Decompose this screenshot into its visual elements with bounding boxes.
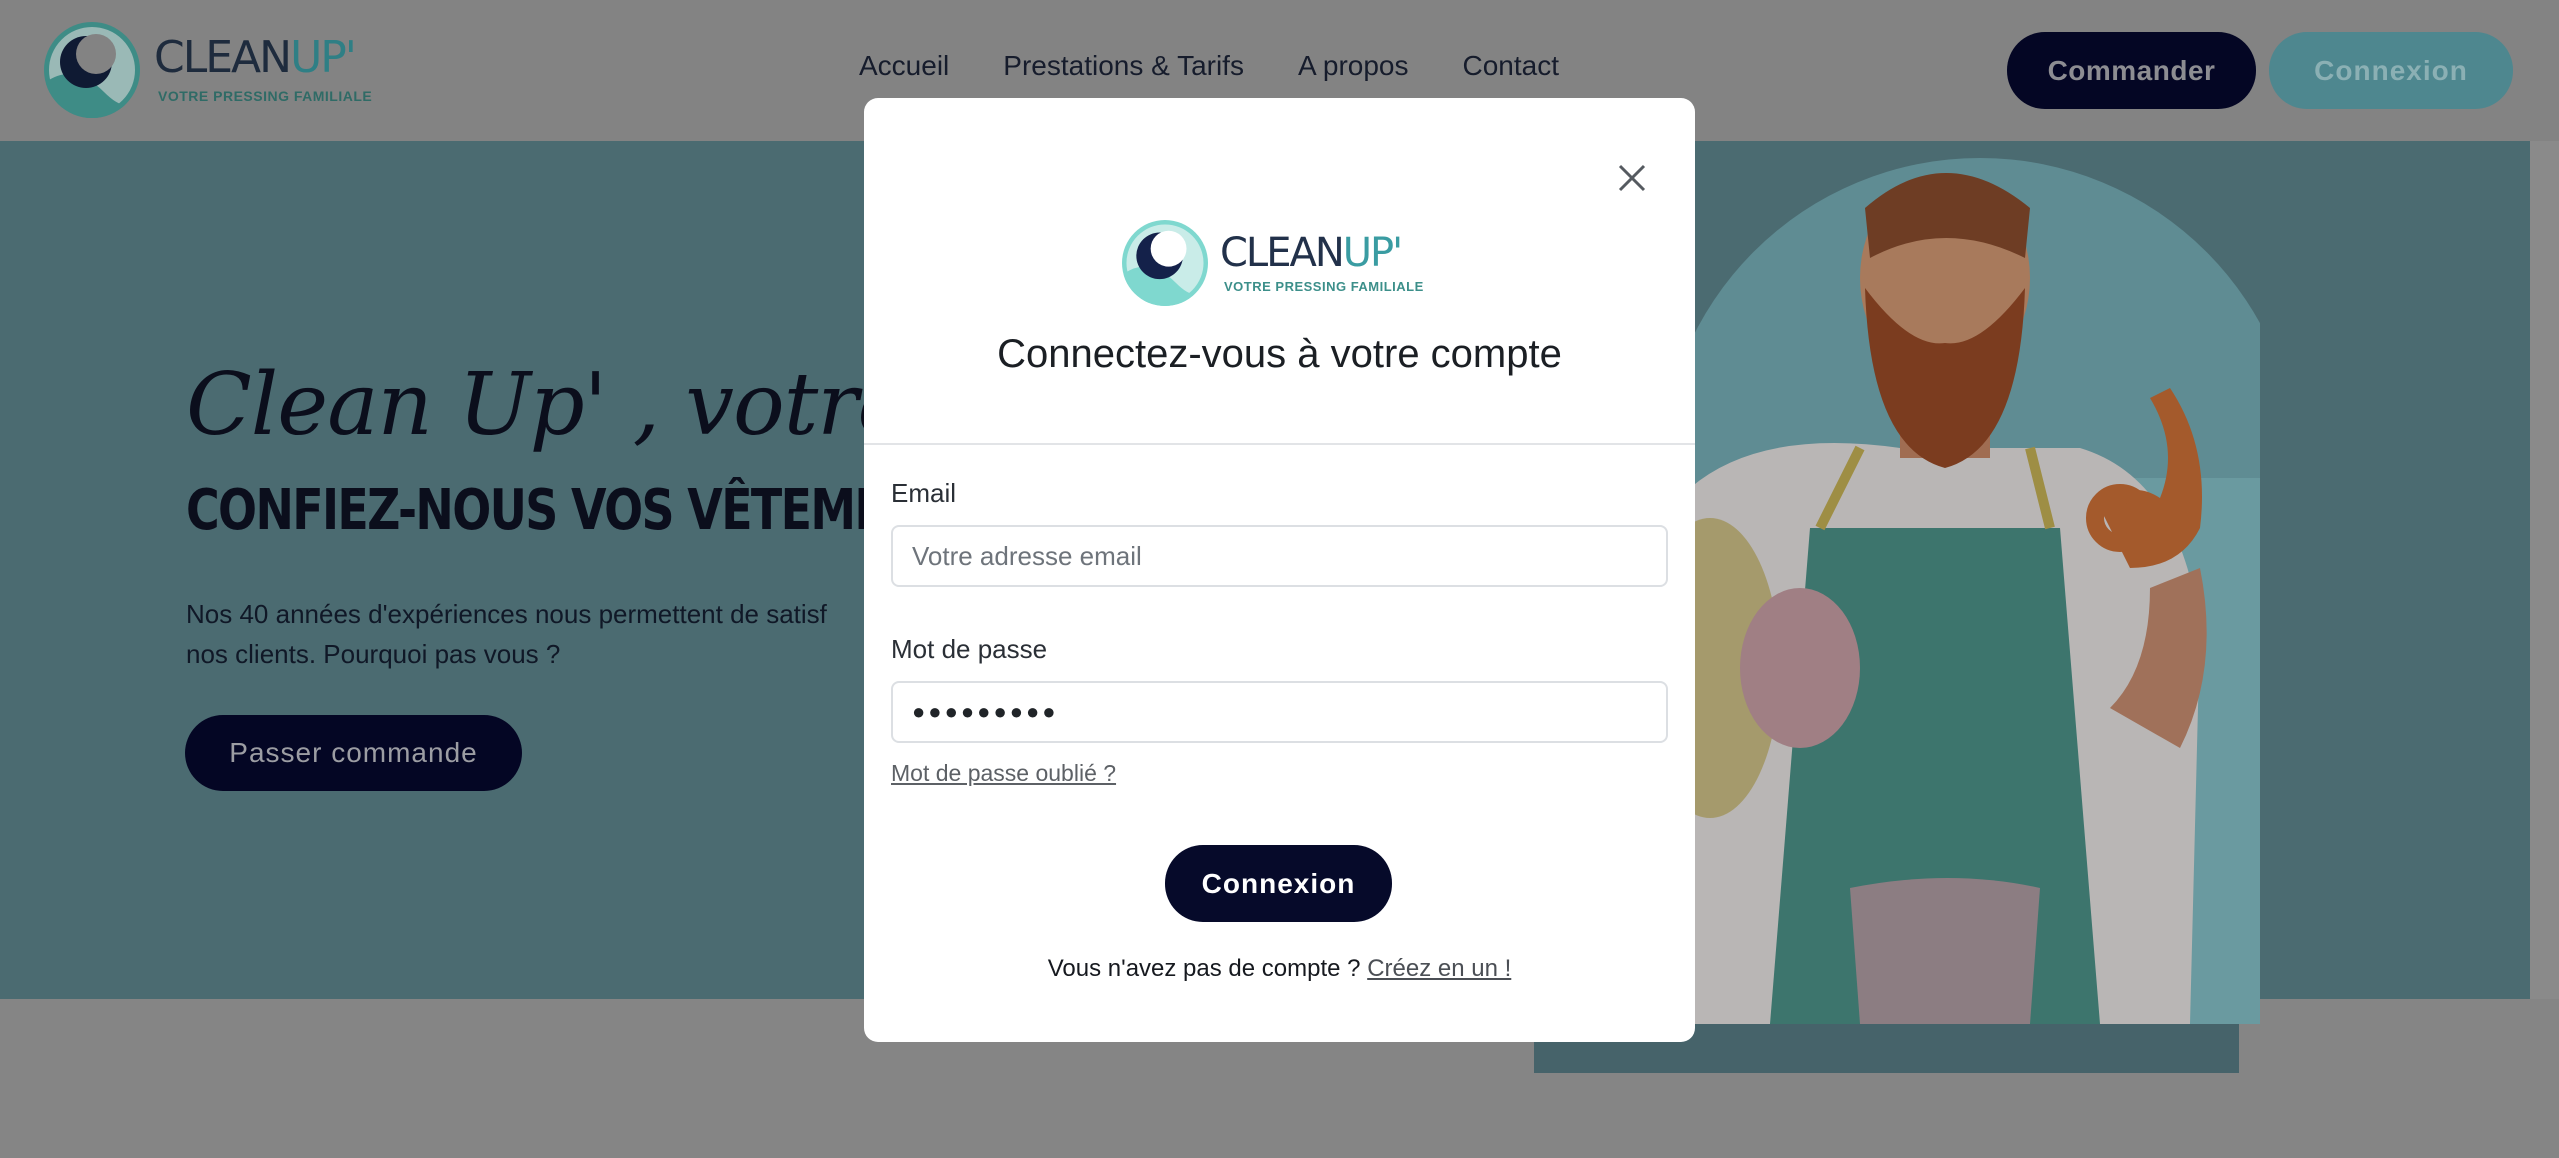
- login-modal: CLEANUP' VOTRE PRESSING FAMILIALE Connec…: [864, 98, 1695, 1042]
- main-nav: Accueil Prestations & Tarifs A propos Co…: [859, 50, 1559, 82]
- header-login-button[interactable]: Connexion: [2269, 32, 2513, 109]
- hero-paragraph-line: Nos 40 années d'expériences nous permett…: [186, 599, 827, 629]
- hero-photo: [1680, 158, 2260, 1024]
- email-field[interactable]: [891, 525, 1668, 587]
- logo-wordmark: CLEANUP': [1220, 229, 1403, 276]
- site-logo[interactable]: CLEANUP' VOTRE PRESSING FAMILIALE: [44, 22, 372, 118]
- clean-up-logo-icon: [1122, 220, 1208, 306]
- nav-item-accueil[interactable]: Accueil: [859, 50, 949, 82]
- forgot-password-link[interactable]: Mot de passe oublié ?: [891, 760, 1116, 787]
- nav-item-prestations[interactable]: Prestations & Tarifs: [1003, 50, 1244, 82]
- nav-item-contact[interactable]: Contact: [1463, 50, 1560, 82]
- password-field[interactable]: ●●●●●●●●●: [891, 681, 1668, 743]
- logo-tagline: VOTRE PRESSING FAMILIALE: [158, 88, 373, 104]
- signup-prompt: Vous n'avez pas de compte ? Créez en un …: [864, 955, 1695, 983]
- modal-logo: CLEANUP' VOTRE PRESSING FAMILIALE: [1122, 220, 1424, 306]
- no-account-text: Vous n'avez pas de compte ?: [1047, 955, 1361, 982]
- email-label: Email: [891, 478, 957, 508]
- passer-commande-button[interactable]: Passer commande: [185, 715, 522, 791]
- modal-divider: [864, 443, 1695, 445]
- hero-paragraph: Nos 40 années d'expériences nous permett…: [186, 594, 886, 674]
- login-submit-button[interactable]: Connexion: [1165, 845, 1392, 922]
- commander-button[interactable]: Commander: [2007, 32, 2256, 109]
- create-account-link[interactable]: Créez en un !: [1367, 955, 1511, 982]
- password-label: Mot de passe: [891, 634, 1048, 664]
- close-icon[interactable]: [1612, 158, 1652, 198]
- nav-item-a-propos[interactable]: A propos: [1298, 50, 1409, 82]
- logo-tagline: VOTRE PRESSING FAMILIALE: [1224, 278, 1424, 294]
- clean-up-logo-icon: [44, 22, 140, 118]
- modal-title: Connectez-vous à votre compte: [997, 332, 1562, 376]
- logo-wordmark: CLEANUP': [154, 32, 357, 83]
- hero-paragraph-line: nos clients. Pourquoi pas vous ?: [186, 639, 561, 669]
